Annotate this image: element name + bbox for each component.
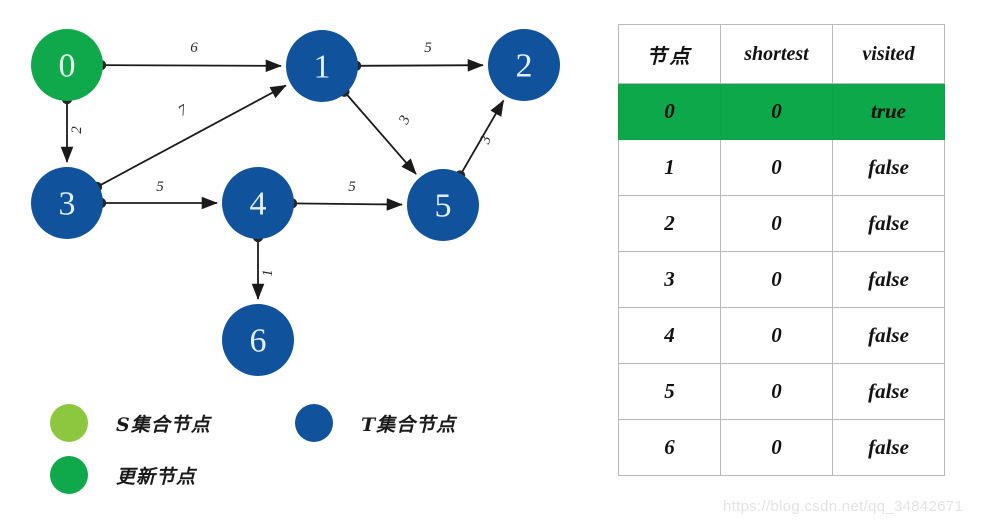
- legend-swatch-updated: [50, 456, 88, 494]
- visited-cell: false: [832, 307, 945, 364]
- graph-node-3[interactable]: 3: [31, 167, 103, 239]
- watermark-text: https://blog.csdn.net/qq_34842671: [723, 498, 964, 515]
- node-circle[interactable]: [407, 169, 479, 241]
- shortest-cell: 0: [720, 83, 833, 140]
- column-header-visited: visited: [832, 24, 945, 84]
- legend-item-s-set: S集合节点: [50, 404, 211, 442]
- legend-swatch-s-set: [50, 404, 88, 442]
- table-row: 2 0 false: [618, 195, 945, 252]
- visited-cell: false: [832, 195, 945, 252]
- table-row: 5 0 false: [618, 363, 945, 420]
- edge-line: [100, 59, 282, 73]
- edge-weight-5-2: 3: [477, 134, 495, 147]
- edge-weight-4-6: 1: [260, 269, 276, 277]
- node-cell: 6: [618, 419, 721, 476]
- legend-item-updated: 更新节点: [50, 456, 196, 494]
- edge-line: [343, 91, 417, 175]
- graph-node-2[interactable]: 2: [488, 29, 560, 101]
- shortest-cell: 0: [720, 307, 833, 364]
- node-cell: 2: [618, 195, 721, 252]
- dijkstra-state-table: 节点 shortest visited 0 0 true 1 0 false 2 0 false…: [618, 24, 945, 476]
- legend: S集合节点 T集合节点 更新节点: [50, 404, 570, 514]
- node-cell: 0: [618, 83, 721, 140]
- table-header-row: 节点 shortest visited: [618, 24, 945, 84]
- state-table-panel: 节点 shortest visited 0 0 true 1 0 false 2 0 false…: [618, 24, 945, 476]
- edge-line: [291, 198, 403, 211]
- legend-item-t-set: T集合节点: [295, 404, 456, 442]
- edge-weight-1-2: 5: [424, 40, 432, 56]
- shortest-cell: 0: [720, 139, 833, 196]
- graph-edge-4-6: [251, 231, 265, 300]
- legend-label-t-set: T集合节点: [361, 413, 457, 436]
- edge-weight-0-3: 2: [69, 126, 85, 134]
- graph-edge-3-4: [95, 196, 218, 210]
- visited-cell: false: [832, 139, 945, 196]
- table-row: 0 0 true: [618, 83, 945, 140]
- shortest-cell: 0: [720, 251, 833, 308]
- graph-edge-1-2: [350, 58, 484, 72]
- table-row: 1 0 false: [618, 139, 945, 196]
- edge-weight-3-4: 5: [156, 179, 164, 195]
- node-cell: 4: [618, 307, 721, 364]
- node-cell: 1: [618, 139, 721, 196]
- edge-line: [355, 58, 484, 72]
- node-cell: 3: [618, 251, 721, 308]
- edge-weight-4-5: 5: [348, 179, 356, 195]
- graph-svg: 0 1 23 4 56 625375 513: [31, 29, 560, 376]
- visited-cell: false: [832, 251, 945, 308]
- node-cell: 5: [618, 363, 721, 420]
- legend-swatch-t-set: [295, 404, 333, 442]
- column-header-shortest: shortest: [720, 24, 833, 84]
- graph-edge-4-5: [286, 198, 403, 211]
- edge-weights-layer: 6 2 5 3 7 5 5 1 3: [69, 40, 495, 277]
- column-header-node: 节点: [618, 24, 721, 84]
- legend-label-s-set: S集合节点: [116, 413, 211, 436]
- shortest-cell: 0: [720, 419, 833, 476]
- edge-weight-3-1: 7: [176, 101, 192, 119]
- node-circle[interactable]: [286, 30, 358, 102]
- visited-cell: true: [832, 83, 945, 140]
- shortest-cell: 0: [720, 195, 833, 252]
- graph-edge-0-1: [95, 59, 282, 73]
- graph-node-1[interactable]: 1: [286, 30, 358, 102]
- table-row: 6 0 false: [618, 419, 945, 476]
- graph-node-6[interactable]: 6: [222, 304, 294, 376]
- visited-cell: false: [832, 363, 945, 420]
- graph-node-5[interactable]: 5: [407, 169, 479, 241]
- shortest-cell: 0: [720, 363, 833, 420]
- visited-cell: false: [832, 419, 945, 476]
- table-body: 0 0 true 1 0 false 2 0 false 3 0 false 4 0 false 5 0 fals…: [618, 83, 945, 476]
- node-circle[interactable]: [31, 167, 103, 239]
- node-circle[interactable]: [222, 167, 294, 239]
- node-circle[interactable]: [31, 29, 103, 101]
- graph-edge-1-5: [339, 86, 417, 175]
- node-circle[interactable]: [488, 29, 560, 101]
- legend-label-updated: 更新节点: [116, 465, 197, 488]
- edge-weight-1-5: 3: [396, 113, 414, 127]
- table-row: 3 0 false: [618, 251, 945, 308]
- table-row: 4 0 false: [618, 307, 945, 364]
- graph-node-0[interactable]: 0: [31, 29, 103, 101]
- graph-node-4[interactable]: 4: [222, 167, 294, 239]
- node-circle[interactable]: [222, 304, 294, 376]
- edge-weight-0-1: 6: [190, 40, 198, 56]
